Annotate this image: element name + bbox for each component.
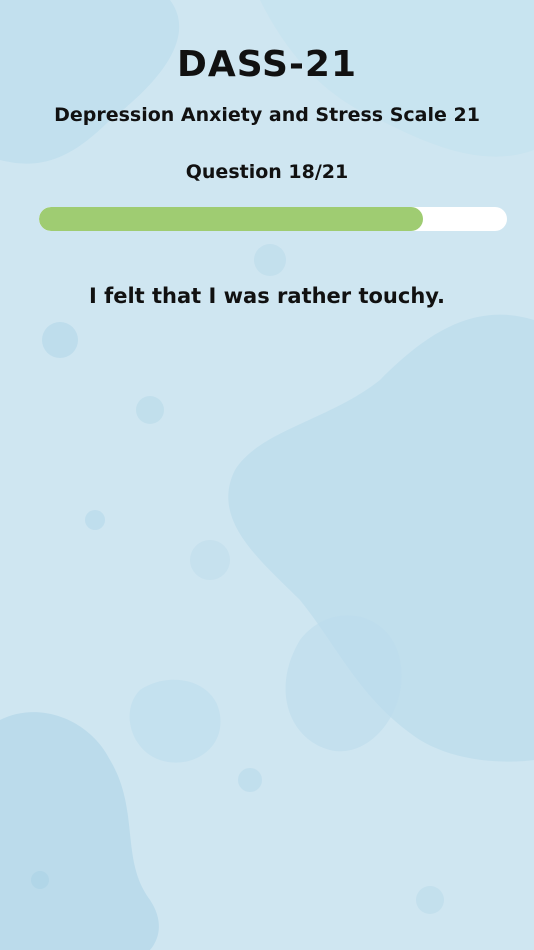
progress-bar-fill: [39, 207, 423, 231]
question-counter: Question 18/21: [185, 161, 349, 183]
question-text: I felt that I was rather touchy.: [88, 284, 446, 308]
page-title: DASS-21: [176, 44, 358, 85]
progress-bar: [39, 207, 507, 231]
app-screen: DASS-21 Depression Anxiety and Stress Sc…: [0, 0, 534, 950]
page-subtitle: Depression Anxiety and Stress Scale 21: [54, 104, 480, 126]
